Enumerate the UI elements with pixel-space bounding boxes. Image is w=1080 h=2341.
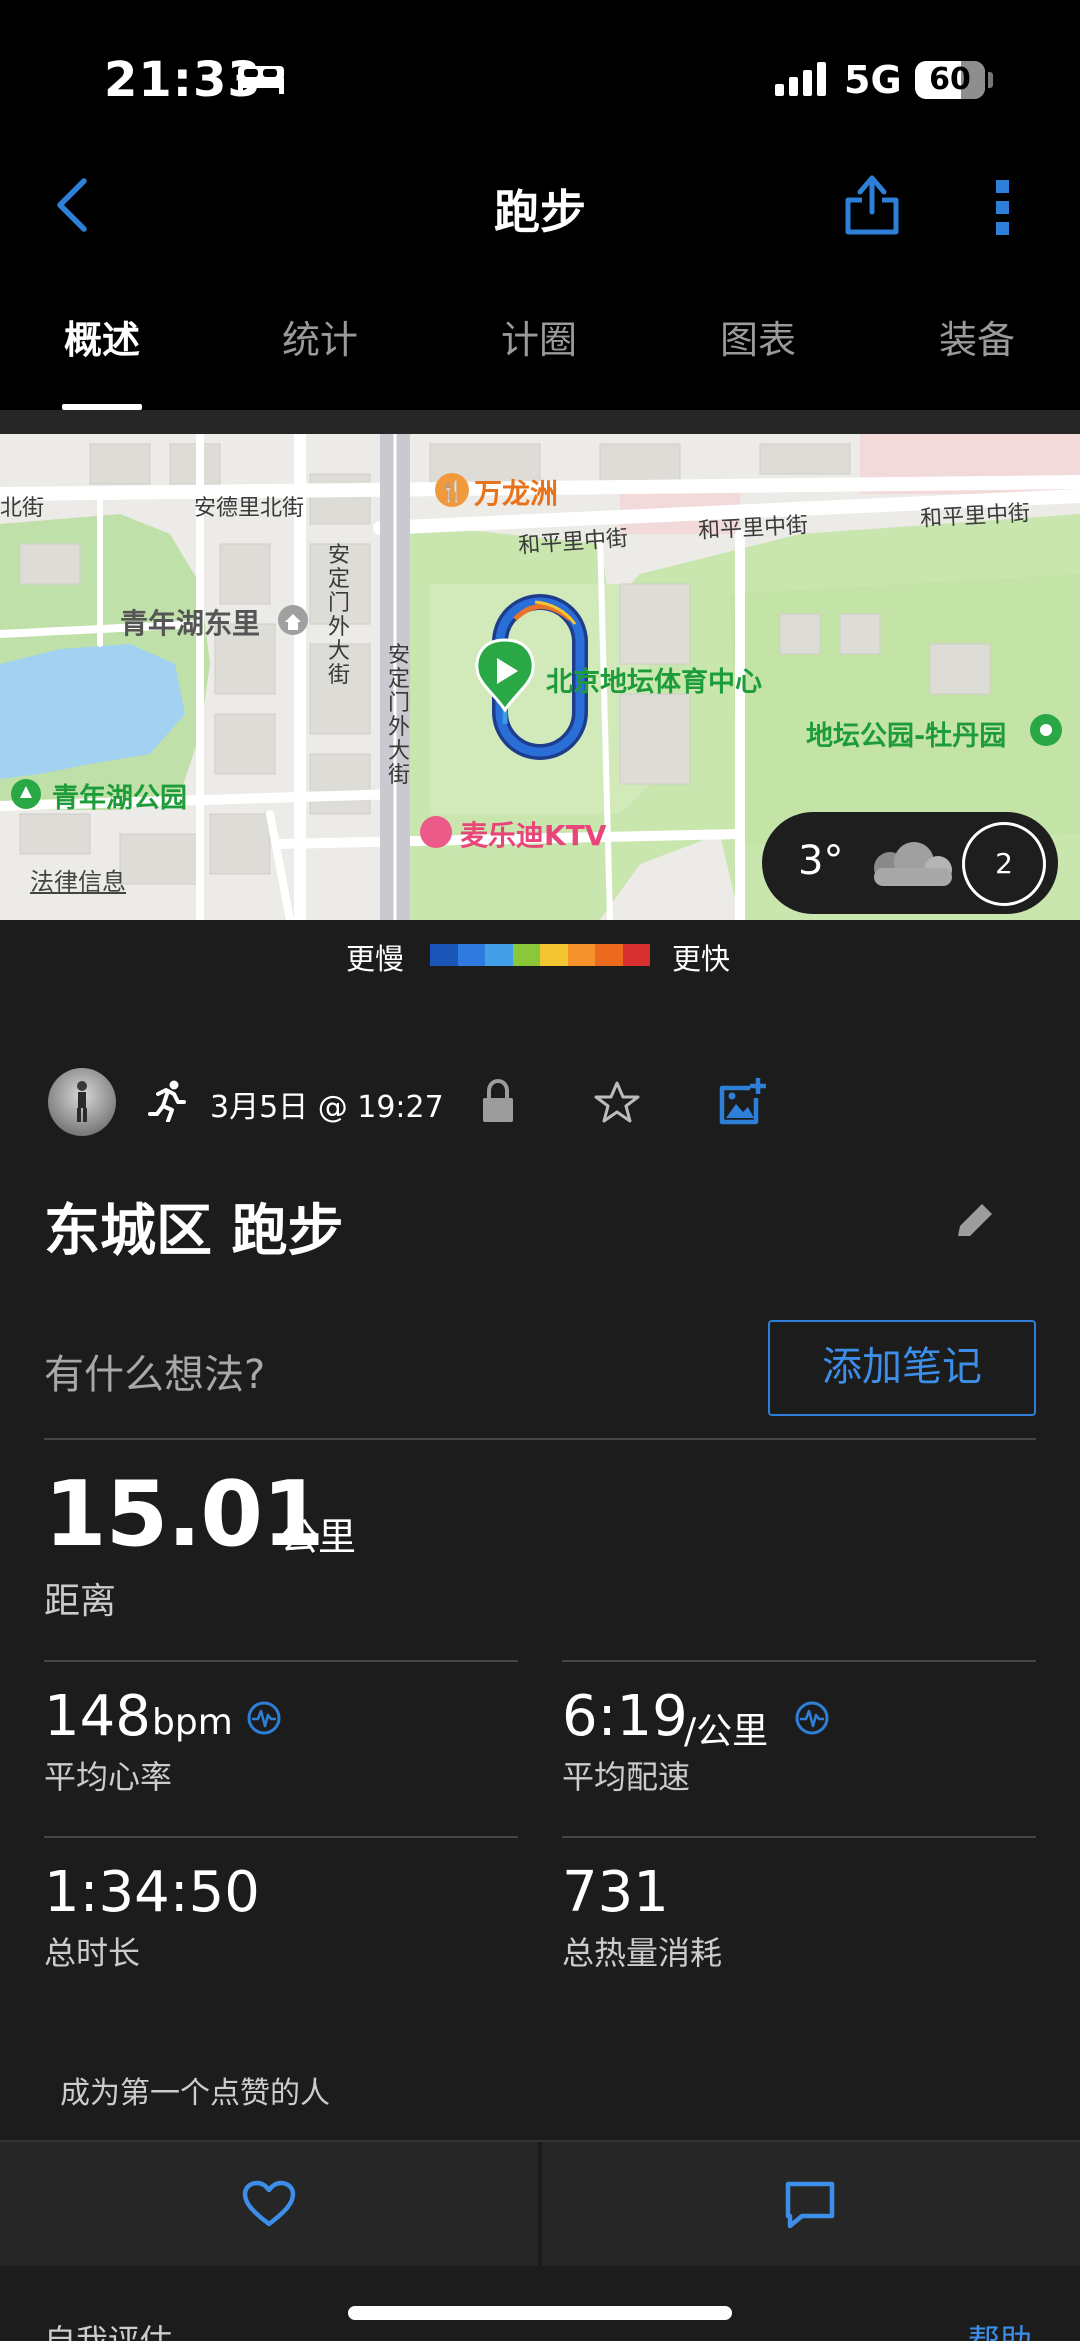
network-type: 5G bbox=[844, 58, 902, 102]
map-label-hepingli-3: 和平里中街 bbox=[919, 501, 1031, 532]
pace-value: 6:19 bbox=[562, 1684, 688, 1749]
pace-unit: /公里 bbox=[684, 1711, 769, 1752]
help-link[interactable]: 帮助 bbox=[968, 2316, 1032, 2341]
tab-bar: 概述 统计 计圈 图表 装备 bbox=[0, 310, 1080, 410]
status-bar: 21:33 5G 60 bbox=[0, 0, 1080, 150]
more-vertical-icon[interactable] bbox=[992, 180, 1014, 236]
map-poi-qingnianhu-park: 青年湖公园 bbox=[52, 783, 187, 814]
map-poi-ditan-park: 地坛公园-牡丹园 bbox=[806, 721, 1007, 752]
map-poi-ditan-center: 北京地坛体育中心 bbox=[546, 667, 762, 698]
activity-title: 东城区 跑步 bbox=[44, 1199, 344, 1264]
legal-info-link[interactable]: 法律信息 bbox=[30, 862, 126, 897]
tab-overview[interactable]: 概述 bbox=[32, 310, 172, 410]
calories-value: 731 bbox=[562, 1860, 669, 1925]
note-prompt[interactable]: 有什么想法? bbox=[44, 1342, 265, 1400]
heart-rate-label: 平均心率 bbox=[44, 1758, 173, 1796]
tab-charts[interactable]: 图表 bbox=[688, 310, 828, 410]
add-note-button[interactable]: 添加笔记 bbox=[768, 1320, 1036, 1416]
weather-badge: 3° 2 bbox=[762, 812, 1058, 914]
divider bbox=[562, 1836, 1036, 1838]
divider bbox=[44, 1660, 518, 1662]
tab-separator bbox=[0, 410, 1080, 434]
legend-color-bar bbox=[430, 944, 650, 966]
battery-tip bbox=[988, 72, 993, 88]
divider bbox=[44, 1836, 518, 1838]
legend-color-segment bbox=[595, 944, 623, 966]
battery-indicator: 60 bbox=[915, 61, 985, 99]
map-poi-wanlongzhou: 万龙洲 bbox=[474, 477, 559, 510]
map-poi-qingnianhu-dongli: 青年湖东里 bbox=[120, 607, 261, 640]
legend-color-segment bbox=[540, 944, 568, 966]
comment-button[interactable] bbox=[542, 2142, 1080, 2266]
legend-fast-label: 更快 bbox=[672, 942, 731, 976]
legend-color-segment bbox=[485, 944, 513, 966]
avatar[interactable] bbox=[48, 1068, 116, 1136]
bed-icon bbox=[238, 66, 284, 94]
map-label-andeli: 安德里北街 bbox=[194, 496, 305, 521]
speed-legend: 更慢 更快 bbox=[0, 920, 1080, 984]
add-photo-icon[interactable] bbox=[718, 1076, 766, 1126]
divider bbox=[44, 1438, 1036, 1440]
page-title: 跑步 bbox=[494, 185, 586, 239]
duration-value: 1:34:50 bbox=[44, 1860, 260, 1925]
distance-label: 距离 bbox=[44, 1581, 117, 1622]
heart-icon[interactable] bbox=[242, 2180, 296, 2228]
likes-text[interactable]: 成为第一个点赞的人 bbox=[60, 2068, 330, 2112]
tab-gear[interactable]: 装备 bbox=[907, 310, 1047, 410]
avatar-figure bbox=[77, 1081, 87, 1122]
cloud-icon bbox=[874, 842, 952, 886]
legend-color-segment bbox=[457, 944, 485, 966]
pace-label: 平均配速 bbox=[562, 1758, 691, 1796]
self-eval-label: 自我评估 bbox=[44, 2322, 173, 2341]
legend-color-segment bbox=[622, 944, 650, 966]
weather-temperature: 3° bbox=[798, 838, 844, 884]
activity-date: 3月5日 @ 19:27 bbox=[210, 1090, 444, 1125]
divider bbox=[562, 1660, 1036, 1662]
signal-icon bbox=[775, 62, 826, 96]
running-icon bbox=[148, 1080, 186, 1122]
legend-color-segment bbox=[512, 944, 540, 966]
legend-color-segment bbox=[567, 944, 595, 966]
map-poi-karaoke: 麦乐迪KTV bbox=[460, 819, 607, 852]
map-label-left-edge: 北街 bbox=[0, 496, 45, 521]
distance-unit: 公里 bbox=[280, 1515, 357, 1559]
social-action-bar bbox=[0, 2140, 1080, 2266]
edit-pencil-icon[interactable] bbox=[954, 1200, 994, 1242]
share-icon[interactable] bbox=[842, 172, 902, 236]
map-label-hepingli-2: 和平里中街 bbox=[697, 513, 809, 544]
map-label-anding-street-2: 安定门外大街 bbox=[388, 643, 411, 788]
map-label-anding-street-1: 安定门外大街 bbox=[328, 543, 351, 688]
pulse-icon[interactable] bbox=[794, 1700, 830, 1736]
home-indicator bbox=[348, 2306, 732, 2320]
tab-laps[interactable]: 计圈 bbox=[469, 310, 609, 410]
calories-label: 总热量消耗 bbox=[562, 1934, 723, 1972]
comment-icon[interactable] bbox=[784, 2180, 836, 2230]
heart-rate-value: 148 bbox=[44, 1684, 151, 1749]
star-icon[interactable] bbox=[594, 1080, 640, 1124]
wind-speed: 2 bbox=[962, 822, 1046, 906]
heart-rate-unit: bpm bbox=[152, 1702, 233, 1743]
battery-level: 60 bbox=[929, 62, 971, 97]
legend-color-segment bbox=[430, 944, 458, 966]
tab-stats[interactable]: 统计 bbox=[250, 310, 390, 410]
duration-label: 总时长 bbox=[44, 1934, 141, 1972]
route-map[interactable]: 🍴 北街 安德里北街 和平里中街 和平里中街 和平里中街 安定门外大街 安定门外… bbox=[0, 434, 1080, 920]
svg-text:🍴: 🍴 bbox=[440, 479, 465, 503]
legend-slow-label: 更慢 bbox=[346, 942, 405, 976]
like-button[interactable] bbox=[0, 2142, 538, 2266]
lock-icon[interactable] bbox=[480, 1078, 516, 1124]
pulse-icon[interactable] bbox=[246, 1700, 282, 1736]
